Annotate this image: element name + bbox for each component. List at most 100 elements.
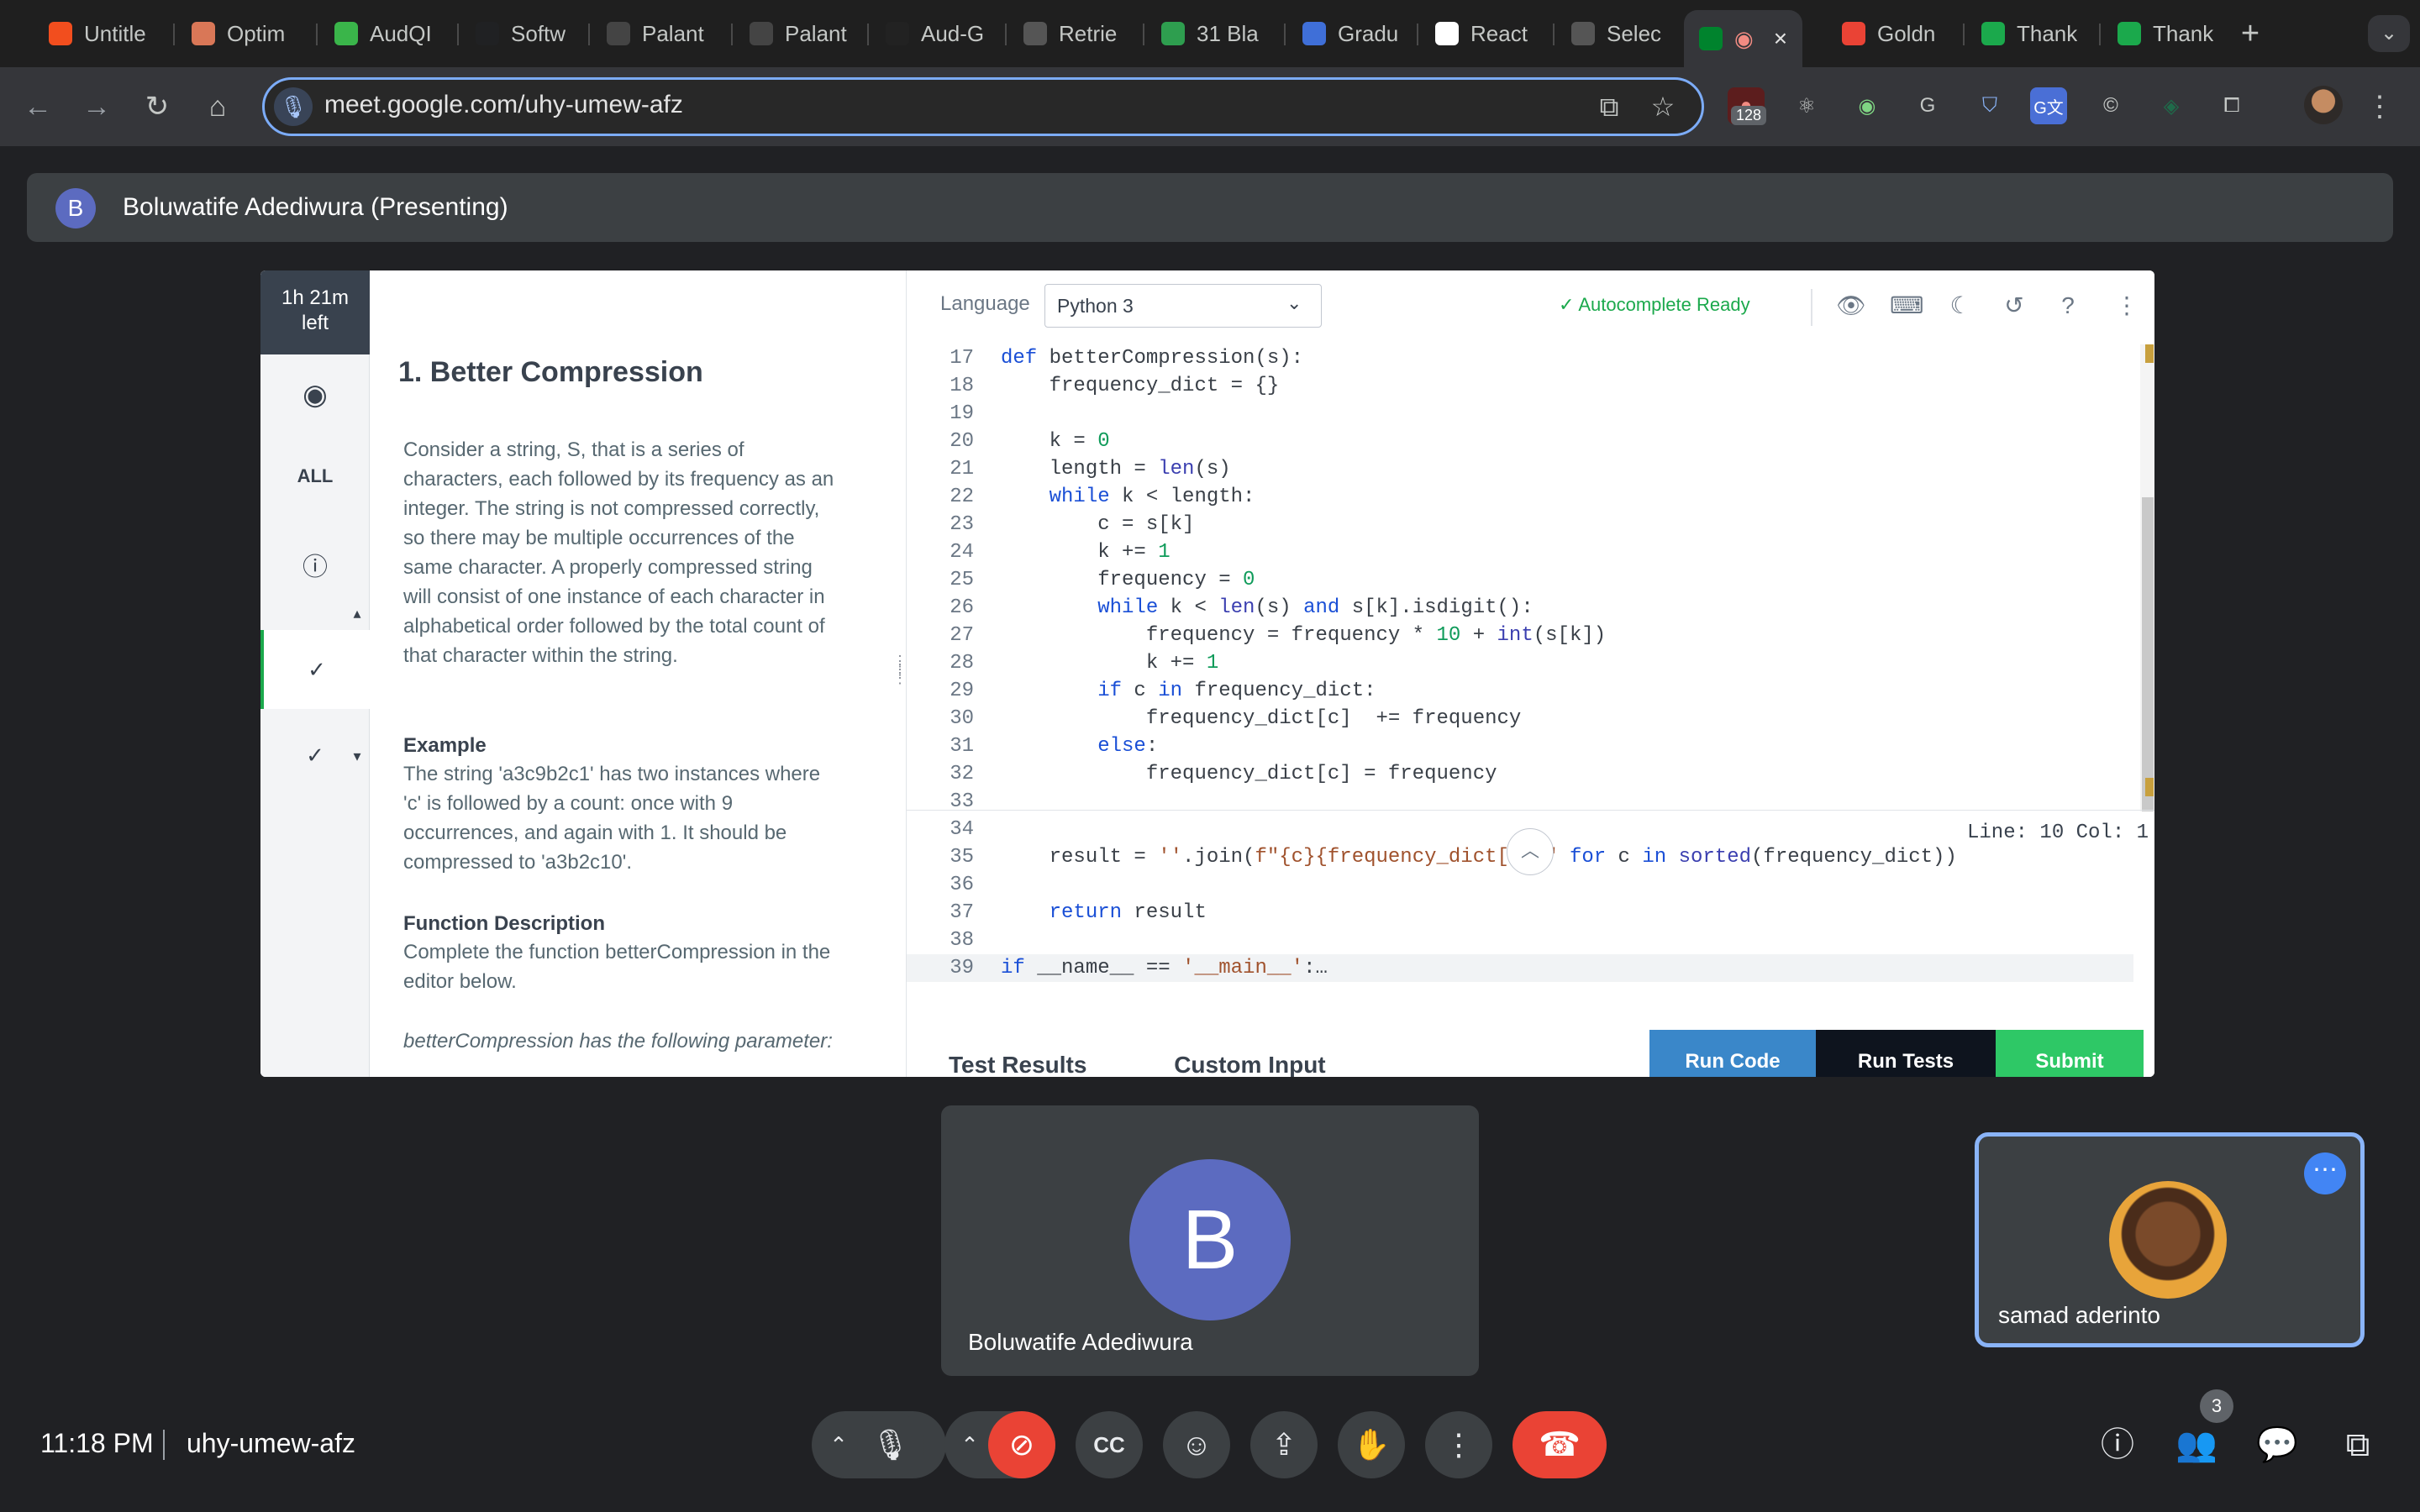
code-line[interactable]: 23 c = s[k]	[907, 511, 2133, 538]
all-questions-link[interactable]: ALL	[260, 465, 370, 487]
mic-in-use-icon[interactable]: 🎙	[274, 87, 313, 126]
pane-resize-handle[interactable]: ⋮ ⋮ ⋮	[892, 654, 908, 707]
code-line[interactable]: 32 frequency_dict[c] = frequency	[907, 760, 2133, 788]
help-icon[interactable]: ?	[2051, 289, 2085, 323]
scroll-up-icon[interactable]: ▴	[345, 605, 370, 622]
google-translate-icon[interactable]: G文	[2030, 87, 2067, 124]
extensions-puzzle-icon[interactable]: ⧠	[2213, 87, 2250, 124]
line-number: 37	[950, 901, 974, 924]
tab-search-button[interactable]: ⌄	[2368, 15, 2410, 52]
code-line[interactable]: 31 else:	[907, 732, 2133, 760]
forward-button[interactable]: →	[77, 87, 116, 126]
info-icon[interactable]: ⓘ	[260, 546, 370, 583]
code-line[interactable]: 20 k = 0	[907, 428, 2133, 455]
history-icon[interactable]: ↺	[1997, 289, 2031, 323]
browser-tab[interactable]: AudQI	[319, 10, 447, 57]
profile-avatar[interactable]	[2304, 86, 2343, 124]
run-tests-button[interactable]: Run Tests	[1816, 1030, 1996, 1077]
code-line[interactable]: 18 frequency_dict = {}	[907, 372, 2133, 400]
url-text[interactable]: meet.google.com/uhy-umew-afz	[324, 91, 683, 119]
back-button[interactable]: ←	[18, 87, 57, 126]
code-line[interactable]: 21 length = len(s)	[907, 455, 2133, 483]
code-line[interactable]: 26 while k < len(s) and s[k].isdigit():	[907, 594, 2133, 622]
globe-icon	[1571, 22, 1595, 45]
eye-icon[interactable]: 👁	[1834, 289, 1868, 323]
tab-test-results[interactable]: Test Results	[949, 1052, 1086, 1077]
browser-tab[interactable]: 31 Bla	[1146, 10, 1274, 57]
browser-tab[interactable]: Selec	[1556, 10, 1676, 57]
code-line[interactable]: 25 frequency = 0	[907, 566, 2133, 594]
people-icon[interactable]: 👥	[2170, 1418, 2223, 1472]
present-screen-icon[interactable]: ⇪	[1250, 1411, 1318, 1478]
code-text: frequency_dict[c] += frequency	[1001, 707, 1522, 730]
reload-button[interactable]: ↻	[138, 87, 176, 126]
submit-button[interactable]: Submit	[1996, 1030, 2144, 1077]
more-options-icon[interactable]: ⋮	[1425, 1411, 1492, 1478]
browser-tab[interactable]: Palant	[592, 10, 719, 57]
new-tab-button[interactable]: +	[2232, 15, 2269, 52]
code-line[interactable]: 24 k += 1	[907, 538, 2133, 566]
scroll-down-icon[interactable]: ▾	[345, 748, 370, 765]
shield-icon[interactable]: ⛉	[1971, 87, 2008, 124]
figma-icon	[49, 22, 72, 45]
bookmark-star-icon[interactable]: ☆	[1644, 87, 1682, 126]
presenter-avatar: B	[55, 188, 96, 228]
code-line[interactable]: 19	[907, 400, 2133, 428]
run-code-button[interactable]: Run Code	[1649, 1030, 1816, 1077]
grammarly-icon[interactable]: G	[1909, 87, 1946, 124]
open-in-new-icon[interactable]: ⧉	[1590, 87, 1628, 126]
raise-hand-icon[interactable]: ✋	[1338, 1411, 1405, 1478]
emoji-reaction-icon[interactable]: ☺	[1163, 1411, 1230, 1478]
browser-tab[interactable]: Thank	[1966, 10, 2092, 57]
code-area[interactable]: 17 def betterCompression(s): 18 frequency_…	[907, 344, 2150, 982]
code-line[interactable]: 29 if c in frequency_dict:	[907, 677, 2133, 705]
code-line[interactable]: 39 if __name__ == '__main__':…	[907, 954, 2133, 982]
expand-console-button[interactable]: ︿	[1507, 828, 1554, 875]
question-1-check-icon[interactable]: ✓	[260, 630, 370, 709]
moon-icon[interactable]: ☾	[1944, 289, 1977, 323]
code-line[interactable]: 17 def betterCompression(s):	[907, 344, 2133, 372]
activities-icon[interactable]: ⧉	[2331, 1418, 2385, 1472]
code-line[interactable]: 36	[907, 871, 2133, 899]
editor-scroll-thumb[interactable]	[2142, 497, 2154, 811]
chat-icon[interactable]: 💬	[2250, 1418, 2304, 1472]
code-line[interactable]: 28 k += 1	[907, 649, 2133, 677]
camera-off-icon[interactable]: ⊘	[988, 1411, 1055, 1478]
code-line[interactable]: 37 return result	[907, 899, 2133, 927]
extension-frog-icon[interactable]: ◉	[1849, 87, 1886, 124]
code-line[interactable]: 30 frequency_dict[c] += frequency	[907, 705, 2133, 732]
extension-green-icon[interactable]: ◈	[2153, 87, 2190, 124]
browser-tab[interactable]: ◉ ×	[1684, 10, 1803, 67]
more-options-icon[interactable]: ⋮	[2110, 289, 2144, 323]
browser-tab[interactable]: Untitle	[34, 10, 161, 57]
browser-tab[interactable]: Thank	[2102, 10, 2228, 57]
compass-icon[interactable]: ◉	[260, 378, 370, 412]
react-devtools-icon[interactable]: ⚛	[1788, 87, 1825, 124]
keyboard-icon[interactable]: ⌨	[1890, 289, 1923, 323]
microphone-icon[interactable]: 🎙	[857, 1411, 924, 1478]
extension-c-icon[interactable]: ©	[2092, 87, 2129, 124]
browser-tab[interactable]: React	[1420, 10, 1543, 57]
code-line[interactable]: 27 frequency = frequency * 10 + int(s[k]…	[907, 622, 2133, 649]
tab-separator	[867, 24, 869, 45]
video-options-chevron-icon[interactable]: ⌃	[953, 1428, 986, 1462]
captions-icon[interactable]: CC	[1076, 1411, 1143, 1478]
browser-tab[interactable]: Aud-G	[871, 10, 999, 57]
code-line[interactable]: 38	[907, 927, 2133, 954]
browser-tab[interactable]: Gradu	[1287, 10, 1413, 57]
browser-tab[interactable]: Palant	[734, 10, 862, 57]
audio-options-chevron-icon[interactable]: ⌃	[822, 1428, 855, 1462]
more-options-button[interactable]: ⋯	[2304, 1152, 2346, 1194]
browser-menu-icon[interactable]: ⋮	[2365, 87, 2395, 126]
browser-tab[interactable]: Goldn	[1827, 10, 1950, 57]
home-button[interactable]: ⌂	[198, 87, 237, 126]
browser-tab[interactable]: Retrie	[1008, 10, 1132, 57]
leave-call-button[interactable]: ☎	[1512, 1411, 1607, 1478]
browser-tab[interactable]: Optim	[176, 10, 300, 57]
meeting-info-icon[interactable]: ⓘ	[2091, 1418, 2144, 1472]
tab-custom-input[interactable]: Custom Input	[1174, 1052, 1325, 1077]
language-select[interactable]: Python 3	[1044, 284, 1322, 328]
code-line[interactable]: 22 while k < length:	[907, 483, 2133, 511]
browser-tab[interactable]: Softw	[460, 10, 581, 57]
close-tab-icon[interactable]: ×	[1774, 25, 1787, 52]
